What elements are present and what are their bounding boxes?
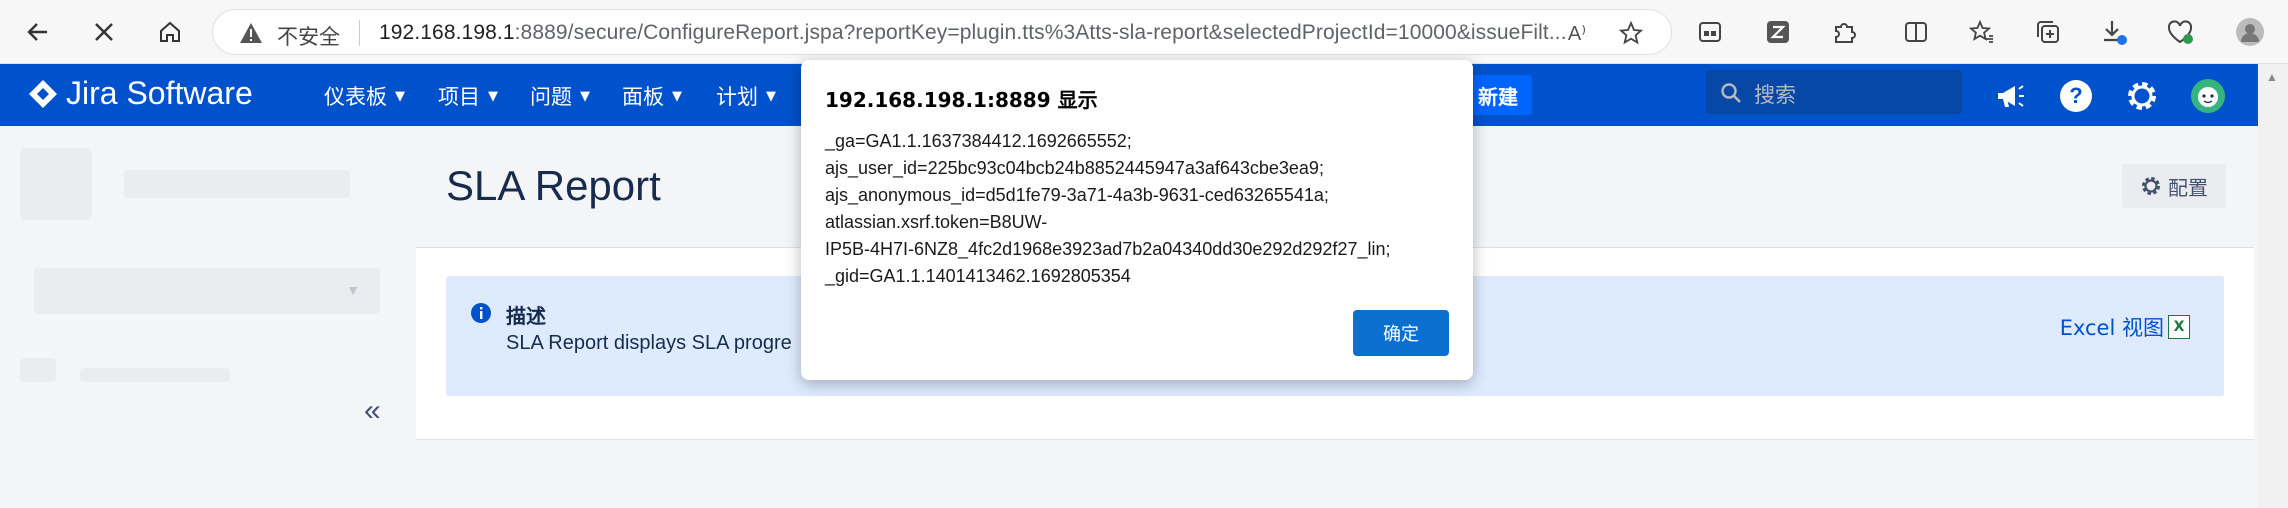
menu-issues-label: 问题 xyxy=(530,85,572,109)
gear-icon xyxy=(2128,82,2156,110)
page-title: SLA Report xyxy=(446,162,661,209)
zotero-icon xyxy=(1767,21,1789,43)
split-screen-button[interactable] xyxy=(1898,14,1934,50)
gear-icon xyxy=(2142,177,2160,195)
home-icon xyxy=(160,21,180,42)
project-name-placeholder xyxy=(124,170,350,198)
menu-issues[interactable]: 问题 ▼ xyxy=(530,81,590,111)
cookie-line: ajs_user_id=225bc93c04bcb24b8852445947a3… xyxy=(825,158,1324,178)
megaphone-icon xyxy=(1998,85,2024,107)
url-path: :8889/secure/ConfigureReport.jspa?report… xyxy=(514,21,1567,44)
downloads-button[interactable] xyxy=(2096,14,2132,50)
url-text: 192.168.198.1:8889/secure/ConfigureRepor… xyxy=(379,21,1567,45)
avatar-icon xyxy=(2191,79,2225,113)
excel-view-link[interactable]: Excel 视图 X xyxy=(2060,312,2190,342)
favorites-button[interactable] xyxy=(1964,14,2000,50)
settings-button[interactable] xyxy=(2122,76,2162,116)
url-host: 192.168.198.1 xyxy=(379,21,515,44)
ok-button[interactable]: 确定 xyxy=(1353,310,1449,356)
info-icon xyxy=(471,303,491,323)
extensions-button[interactable] xyxy=(1826,14,1862,50)
download-icon xyxy=(2104,21,2127,45)
extension-button-2[interactable] xyxy=(1760,14,1796,50)
sidebar: ▼ « xyxy=(0,126,416,508)
svg-text:?: ? xyxy=(2069,83,2082,108)
nav-label-placeholder xyxy=(80,368,230,382)
selector-placeholder: ▼ xyxy=(34,268,380,314)
menu-dashboards-label: 仪表板 xyxy=(324,85,387,109)
cookie-line: ajs_anonymous_id=d5d1fe79-3a71-4a3b-9631… xyxy=(825,185,1329,205)
split-screen-icon xyxy=(1905,22,1927,42)
page-scrollbar[interactable]: ▲ xyxy=(2258,64,2288,508)
heart-pulse-icon xyxy=(2167,20,2193,44)
alert-dialog: 192.168.198.1:8889 显示 _ga=GA1.1.16373844… xyxy=(801,60,1473,380)
nav-icon-placeholder xyxy=(20,358,56,382)
browser-toolbar: 不安全 192.168.198.1:8889/secure/ConfigureR… xyxy=(0,0,2288,64)
collections-icon xyxy=(2037,21,2059,43)
favorite-button[interactable] xyxy=(1613,15,1649,51)
address-bar[interactable]: 不安全 192.168.198.1:8889/secure/ConfigureR… xyxy=(212,9,1672,55)
favorites-star-icon xyxy=(1969,19,1993,43)
insecure-label: 不安全 xyxy=(277,25,340,49)
extension-button-1[interactable] xyxy=(1692,14,1728,50)
address-divider xyxy=(359,20,360,46)
help-icon: ? xyxy=(2060,80,2092,112)
chevron-down-icon: ▼ xyxy=(672,88,682,104)
chevron-down-icon: ▼ xyxy=(580,88,590,104)
collapse-sidebar-button[interactable]: « xyxy=(364,394,381,428)
back-button[interactable] xyxy=(18,12,58,52)
cookie-line: _gid=GA1.1.1401413462.1692805354 xyxy=(825,266,1131,286)
dialog-title: 192.168.198.1:8889 显示 xyxy=(825,88,1098,112)
menu-projects-label: 项目 xyxy=(438,85,480,109)
info-title: 描述 xyxy=(506,304,546,328)
back-arrow-icon xyxy=(27,23,47,41)
chevron-down-icon: ▼ xyxy=(395,88,405,104)
cookie-line: IP5B-4H7I-6NZ8_4fc2d1968e3923ad7b2a04340… xyxy=(825,239,1391,259)
menu-plans[interactable]: 计划 ▼ xyxy=(716,81,776,111)
excel-view-label: Excel 视图 xyxy=(2059,316,2164,340)
help-button[interactable]: ? xyxy=(2056,76,2096,116)
menu-boards-label: 面板 xyxy=(622,85,664,109)
stop-button[interactable] xyxy=(84,12,124,52)
collections-button[interactable] xyxy=(2030,14,2066,50)
excel-icon: X xyxy=(2168,315,2190,339)
puzzle-icon xyxy=(1835,23,1856,43)
profile-avatar-icon xyxy=(2236,18,2264,46)
jira-diamond-icon xyxy=(29,79,57,108)
chevron-down-icon: ▼ xyxy=(488,88,498,104)
info-description: SLA Report displays SLA progre xyxy=(506,332,792,354)
menu-boards[interactable]: 面板 ▼ xyxy=(622,81,682,111)
read-aloud-icon: A⁾ xyxy=(1567,22,1587,45)
browser-essentials-button[interactable] xyxy=(2162,14,2198,50)
configure-button[interactable]: 配置 xyxy=(2122,164,2226,208)
create-button[interactable]: 新建 xyxy=(1464,75,1532,115)
read-aloud-button[interactable]: A⁾ xyxy=(1559,15,1595,51)
search-placeholder: 搜索 xyxy=(1754,83,1796,107)
tab-actions-icon xyxy=(1699,22,1721,42)
search-icon xyxy=(1721,83,1741,103)
star-icon xyxy=(1618,20,1644,45)
announcements-button[interactable] xyxy=(1990,76,2030,116)
menu-projects[interactable]: 项目 ▼ xyxy=(438,81,498,111)
logo-text: Jira Software xyxy=(66,75,253,111)
scroll-up-icon[interactable]: ▲ xyxy=(2266,70,2278,84)
profile-button[interactable] xyxy=(2232,14,2268,50)
warning-icon xyxy=(240,23,262,43)
search-input[interactable]: 搜索 xyxy=(1706,70,1962,114)
chevron-down-icon: ▼ xyxy=(346,282,360,298)
chevron-down-icon: ▼ xyxy=(766,88,776,104)
configure-label: 配置 xyxy=(2168,175,2208,200)
user-avatar-button[interactable] xyxy=(2188,76,2228,116)
project-avatar-placeholder xyxy=(20,148,92,220)
menu-plans-label: 计划 xyxy=(716,85,758,109)
home-button[interactable] xyxy=(150,12,190,52)
cookie-line: atlassian.xsrf.token=B8UW- xyxy=(825,212,1048,232)
close-icon xyxy=(95,23,113,41)
dialog-message: _ga=GA1.1.1637384412.1692665552; ajs_use… xyxy=(825,128,1455,290)
menu-dashboards[interactable]: 仪表板 ▼ xyxy=(324,81,405,111)
jira-logo[interactable]: Jira Software xyxy=(28,75,253,112)
cookie-line: _ga=GA1.1.1637384412.1692665552; xyxy=(825,131,1132,151)
